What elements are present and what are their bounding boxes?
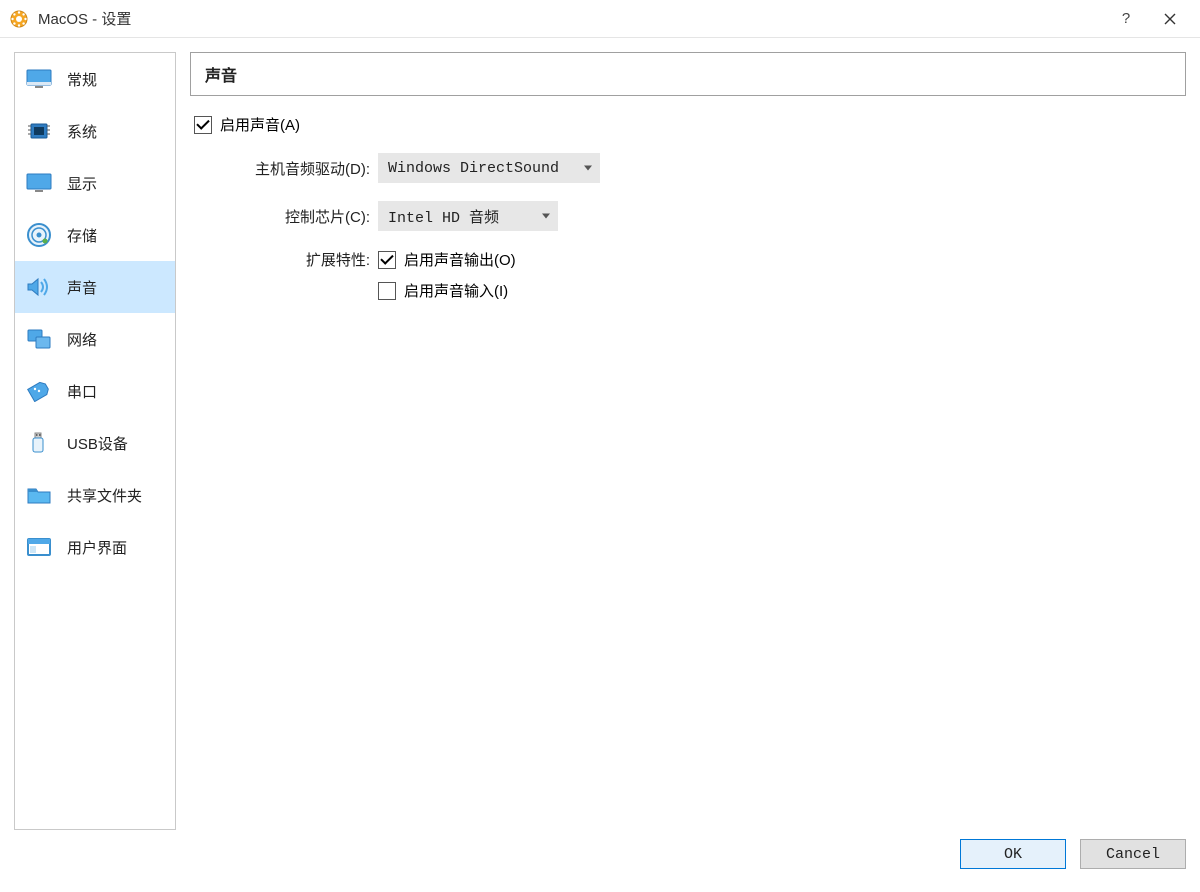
serial-port-icon [25, 377, 53, 405]
usb-icon [25, 429, 53, 457]
sidebar-item-label: 用户界面 [67, 537, 127, 558]
ui-icon [25, 533, 53, 561]
sidebar-item-label: 声音 [67, 277, 97, 298]
sidebar-item-general[interactable]: 常规 [15, 53, 175, 105]
sidebar-item-user-interface[interactable]: 用户界面 [15, 521, 175, 573]
cancel-button[interactable]: Cancel [1080, 839, 1186, 869]
window-title: MacOS - 设置 [38, 8, 131, 29]
speaker-icon [25, 273, 53, 301]
sidebar-item-label: 串口 [67, 381, 97, 402]
ok-button[interactable]: OK [960, 839, 1066, 869]
chip-icon [25, 117, 53, 145]
titlebar: MacOS - 设置 ? [0, 0, 1200, 38]
panel-title: 声音 [190, 52, 1186, 96]
sidebar: 常规 系统 显示 存储 声音 [14, 52, 176, 830]
network-icon [25, 325, 53, 353]
sidebar-item-shared-folders[interactable]: 共享文件夹 [15, 469, 175, 521]
host-driver-value: Windows DirectSound [388, 160, 559, 177]
enable-input-checkbox[interactable] [378, 282, 396, 300]
disk-icon [25, 221, 53, 249]
host-driver-label: 主机音频驱动(D): [190, 158, 378, 179]
sidebar-item-display[interactable]: 显示 [15, 157, 175, 209]
controller-combo[interactable]: Intel HD 音频 [378, 201, 558, 231]
enable-audio-checkbox[interactable] [194, 116, 212, 134]
main: 常规 系统 显示 存储 声音 [0, 38, 1200, 830]
enable-output-checkbox[interactable] [378, 251, 396, 269]
controller-label: 控制芯片(C): [190, 206, 378, 227]
monitor-icon [25, 65, 53, 93]
display-icon [25, 169, 53, 197]
sidebar-item-system[interactable]: 系统 [15, 105, 175, 157]
folder-icon [25, 481, 53, 509]
enable-audio-label: 启用声音(A) [220, 114, 300, 135]
sidebar-item-serial[interactable]: 串口 [15, 365, 175, 417]
sidebar-item-usb[interactable]: USB设备 [15, 417, 175, 469]
panel-body: 启用声音(A) 主机音频驱动(D): Windows DirectSound 控… [190, 96, 1186, 319]
sidebar-item-label: 常规 [67, 69, 97, 90]
sidebar-item-storage[interactable]: 存储 [15, 209, 175, 261]
extended-label: 扩展特性: [190, 249, 378, 270]
enable-input-label: 启用声音输入(I) [404, 280, 508, 301]
sidebar-item-label: 网络 [67, 329, 97, 350]
sidebar-item-label: 共享文件夹 [67, 485, 142, 506]
sidebar-item-label: 存储 [67, 225, 97, 246]
host-driver-combo[interactable]: Windows DirectSound [378, 153, 600, 183]
sidebar-item-network[interactable]: 网络 [15, 313, 175, 365]
controller-value: Intel HD 音频 [388, 206, 499, 227]
footer: OK Cancel [0, 830, 1200, 878]
sidebar-item-label: 显示 [67, 173, 97, 194]
sidebar-item-label: 系统 [67, 121, 97, 142]
app-icon [8, 8, 30, 30]
help-button[interactable]: ? [1104, 4, 1148, 34]
sidebar-item-label: USB设备 [67, 433, 128, 454]
close-button[interactable] [1148, 4, 1192, 34]
enable-output-label: 启用声音输出(O) [404, 249, 516, 270]
content: 声音 启用声音(A) 主机音频驱动(D): Windows DirectSoun… [176, 52, 1186, 830]
sidebar-item-audio[interactable]: 声音 [15, 261, 175, 313]
